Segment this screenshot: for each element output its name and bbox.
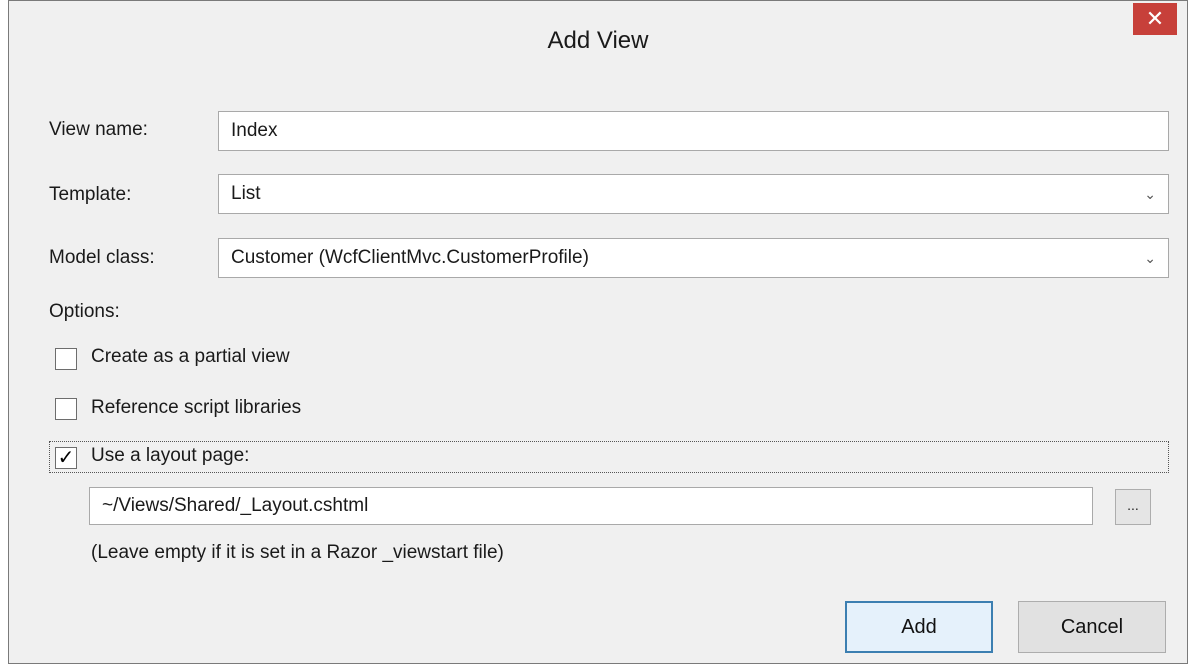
- layout-path-input[interactable]: ~/Views/Shared/_Layout.cshtml: [89, 487, 1093, 525]
- script-libraries-label[interactable]: Reference script libraries: [91, 397, 301, 419]
- partial-view-label[interactable]: Create as a partial view: [91, 346, 290, 368]
- chevron-down-icon: ⌄: [1144, 250, 1156, 266]
- add-button[interactable]: Add: [845, 601, 993, 653]
- close-icon: ✕: [1145, 6, 1165, 31]
- cancel-button[interactable]: Cancel: [1018, 601, 1166, 653]
- close-button[interactable]: ✕: [1133, 3, 1177, 35]
- layout-hint: (Leave empty if it is set in a Razor _vi…: [91, 542, 504, 563]
- title-bar: Add View ✕: [9, 1, 1187, 89]
- model-class-select[interactable]: Customer (WcfClientMvc.CustomerProfile) …: [218, 238, 1169, 278]
- dialog-title: Add View: [547, 27, 649, 54]
- template-label: Template:: [49, 184, 132, 205]
- template-select[interactable]: List ⌄: [218, 174, 1169, 214]
- model-class-label: Model class:: [49, 247, 155, 268]
- script-libraries-checkbox[interactable]: [55, 398, 77, 420]
- view-name-input[interactable]: Index: [218, 111, 1169, 151]
- layout-page-label[interactable]: Use a layout page:: [91, 445, 249, 467]
- partial-view-checkbox[interactable]: [55, 348, 77, 370]
- chevron-down-icon: ⌄: [1144, 186, 1156, 202]
- template-select-value: List: [231, 183, 261, 204]
- checkmark-icon: ✓: [57, 447, 75, 469]
- view-name-label: View name:: [49, 119, 148, 140]
- add-view-dialog: Add View ✕ View name: Index Template: Li…: [8, 0, 1188, 664]
- options-heading: Options:: [49, 301, 120, 322]
- layout-page-checkbox[interactable]: ✓: [55, 447, 77, 469]
- browse-button[interactable]: ...: [1115, 489, 1151, 525]
- model-class-select-value: Customer (WcfClientMvc.CustomerProfile): [231, 247, 589, 268]
